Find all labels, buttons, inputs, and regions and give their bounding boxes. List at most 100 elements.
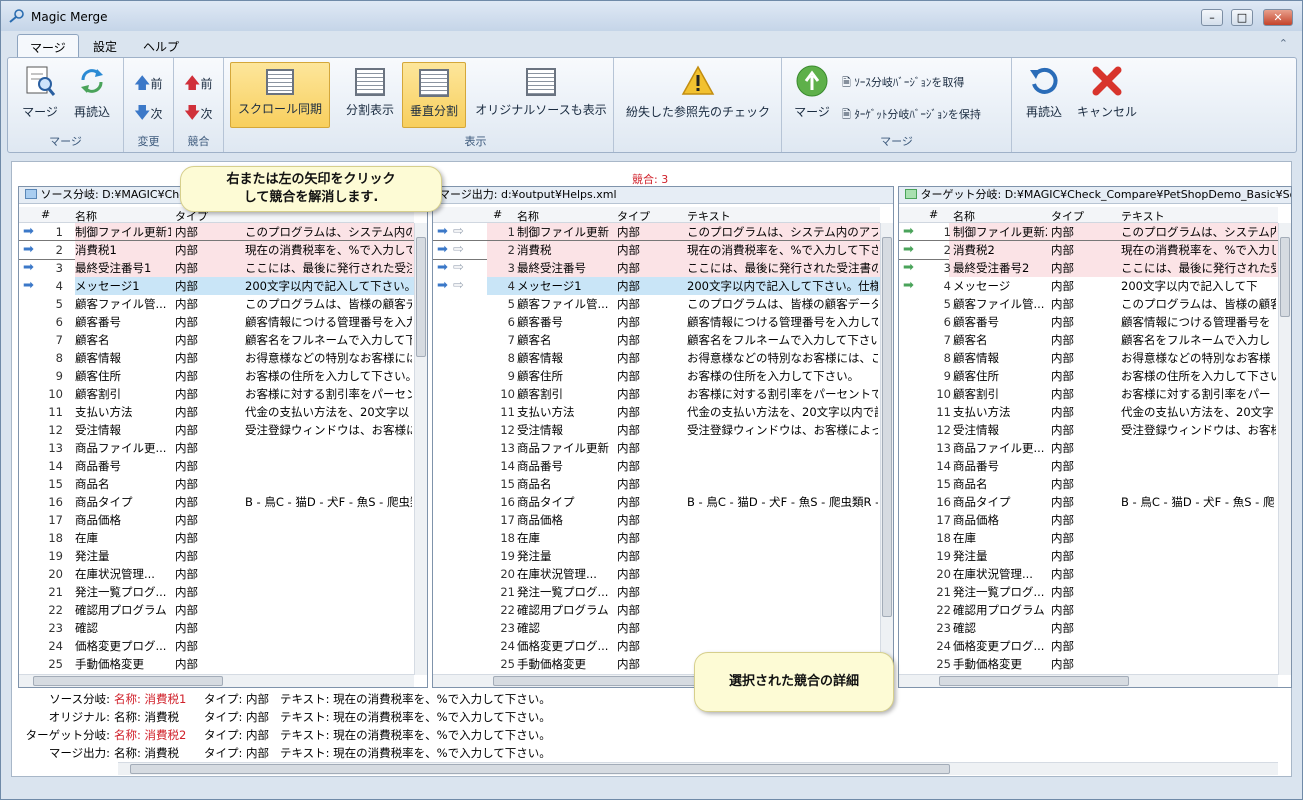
table-row[interactable]: 11 支払い方法 内部 代金の支払い方法を、20文字以内で記 bbox=[433, 403, 880, 421]
check-refs-button[interactable]: 紛失した参照先のチェック bbox=[620, 64, 776, 120]
table-row[interactable]: 16 商品タイプ 内部 B - 鳥C - 猫D - 犬F - 魚S - 爬虫類 bbox=[19, 493, 414, 511]
ribbon-collapse-icon[interactable]: ⌃ bbox=[1279, 37, 1288, 50]
arrow-right-outline-icon[interactable]: ⇨ bbox=[453, 277, 464, 295]
reload-button[interactable]: 再読込 bbox=[1018, 64, 1070, 120]
table-row[interactable]: 17 商品価格 内部 bbox=[19, 511, 414, 529]
source-hscroll-thumb[interactable] bbox=[33, 676, 223, 686]
table-row[interactable]: 18 在庫 内部 bbox=[433, 529, 880, 547]
source-vscrollbar[interactable] bbox=[414, 223, 427, 675]
table-row[interactable]: 8 顧客情報 内部 お得意様などの特別なお客様には、この bbox=[433, 349, 880, 367]
table-row[interactable]: 19 発注量 内部 bbox=[899, 547, 1278, 565]
table-row[interactable]: 5 顧客ファイル管... 内部 このプログラムは、皆様の顧客データ bbox=[19, 295, 414, 313]
split-view-button[interactable]: 分割表示 bbox=[342, 62, 398, 128]
resolve-arrow-right-icon[interactable]: ➡ bbox=[23, 259, 34, 277]
details-hscroll-thumb[interactable] bbox=[130, 764, 950, 774]
merge-col-1[interactable]: 名称 bbox=[517, 208, 539, 224]
table-row[interactable]: 17 商品価格 内部 bbox=[899, 511, 1278, 529]
table-row[interactable]: ➡ 4 メッセージ 内部 200文字以内で記入して下 bbox=[899, 277, 1278, 295]
table-row[interactable]: 6 顧客番号 内部 顧客情報につける管理番号を入力して bbox=[433, 313, 880, 331]
show-original-button[interactable]: オリジナルソースも表示 bbox=[472, 62, 610, 128]
table-row[interactable]: 14 商品番号 内部 bbox=[433, 457, 880, 475]
details-hscrollbar[interactable] bbox=[118, 762, 1278, 775]
table-row[interactable]: 22 確認用プログラム 内部 bbox=[19, 601, 414, 619]
resolve-arrow-right-icon[interactable]: ➡ bbox=[23, 223, 34, 241]
vertical-split-button[interactable]: 垂直分割 bbox=[402, 62, 466, 128]
table-row[interactable]: 19 発注量 内部 bbox=[19, 547, 414, 565]
table-row[interactable]: 15 商品名 内部 bbox=[19, 475, 414, 493]
table-row[interactable]: 25 手動価格変更 内部 bbox=[899, 655, 1278, 673]
merge-col-3[interactable]: テキスト bbox=[687, 208, 731, 224]
target-hscrollbar[interactable] bbox=[899, 674, 1278, 687]
tab-settings[interactable]: 設定 bbox=[81, 34, 129, 57]
table-row[interactable]: 11 支払い方法 内部 代金の支払い方法を、20文字 bbox=[899, 403, 1278, 421]
table-row[interactable]: 20 在庫状況管理... 内部 bbox=[19, 565, 414, 583]
merge-col-2[interactable]: タイプ bbox=[617, 208, 650, 224]
arrow-right-outline-icon[interactable]: ⇨ bbox=[453, 223, 464, 241]
table-row[interactable]: ➡ 3 最終受注番号1 内部 ここには、最後に発行された受注書の bbox=[19, 259, 414, 277]
table-row[interactable]: 7 顧客名 内部 顧客名をフルネームで入力し bbox=[899, 331, 1278, 349]
table-row[interactable]: 24 価格変更プログ... 内部 bbox=[19, 637, 414, 655]
table-row[interactable]: 12受注情報 内部 受注登録ウィンドウは、お客様によって購 bbox=[433, 421, 880, 439]
table-row[interactable]: 21 発注一覧プログ... 内部 bbox=[19, 583, 414, 601]
table-row[interactable]: 25 手動価格変更 内部 bbox=[19, 655, 414, 673]
target-vscroll-thumb[interactable] bbox=[1280, 237, 1290, 317]
table-row[interactable]: 9 顧客住所 内部 お客様の住所を入力して下さい。 bbox=[433, 367, 880, 385]
target-col-3[interactable]: テキスト bbox=[1121, 208, 1165, 224]
table-row[interactable]: 7 顧客名 内部 顧客名をフルネームで入力して下さ bbox=[19, 331, 414, 349]
target-col-2[interactable]: タイプ bbox=[1051, 208, 1084, 224]
source-vscroll-thumb[interactable] bbox=[416, 237, 426, 357]
table-row[interactable]: 18 在庫 内部 bbox=[899, 529, 1278, 547]
resolve-arrow-right-icon[interactable]: ➡ bbox=[437, 223, 448, 241]
table-row[interactable]: 14 商品番号 内部 bbox=[899, 457, 1278, 475]
resolve-arrow-right-icon[interactable]: ➡ bbox=[437, 241, 448, 259]
conflict-next-button[interactable]: 🡇次 bbox=[184, 102, 212, 129]
source-col-0[interactable]: # bbox=[41, 208, 50, 221]
table-row[interactable]: 9 顧客住所 内部 お客様の住所を入力して下さい bbox=[899, 367, 1278, 385]
table-row[interactable]: 17 商品価格 内部 bbox=[433, 511, 880, 529]
table-row[interactable]: 23 確認 内部 bbox=[433, 619, 880, 637]
table-row[interactable]: 10 顧客割引 内部 お客様に対する割引率をパーセントで入 bbox=[433, 385, 880, 403]
table-row[interactable]: ➡ 1制御ファイル更新2 内部 このプログラムは、システム内のア bbox=[899, 223, 1278, 241]
table-row[interactable]: 6 顧客番号 内部 顧客情報につける管理番号を bbox=[899, 313, 1278, 331]
table-row[interactable]: 6 顧客番号 内部 顧客情報につける管理番号を入力 bbox=[19, 313, 414, 331]
table-row[interactable]: ➡ ⇨ 1制御ファイル更新内部 このプログラムは、システム内のアプリケーシ bbox=[433, 223, 880, 241]
table-row[interactable]: 13 商品ファイル更新 内部 bbox=[433, 439, 880, 457]
table-row[interactable]: 22 確認用プログラム 内部 bbox=[899, 601, 1278, 619]
arrow-right-outline-icon[interactable]: ⇨ bbox=[453, 259, 464, 277]
table-row[interactable]: 15 商品名 内部 bbox=[899, 475, 1278, 493]
merge-vscrollbar[interactable] bbox=[880, 223, 893, 675]
merge2-button[interactable]: マージ bbox=[788, 64, 836, 120]
resolve-arrow-left-icon[interactable]: ➡ bbox=[903, 241, 914, 259]
table-row[interactable]: 21 発注一覧プログ... 内部 bbox=[433, 583, 880, 601]
table-row[interactable]: 12 受注情報 内部 受注登録ウィンドウは、お客様によっ bbox=[19, 421, 414, 439]
change-prev-button[interactable]: 🡅前 bbox=[134, 72, 162, 99]
target-col-1[interactable]: 名称 bbox=[953, 208, 975, 224]
resolve-arrow-left-icon[interactable]: ➡ bbox=[903, 259, 914, 277]
table-row[interactable]: ➡ ⇨ 3 最終受注番号 内部 ここには、最後に発行された受注書の受 bbox=[433, 259, 880, 277]
table-row[interactable]: 5 顧客ファイル管... 内部 このプログラムは、皆様の顧客 bbox=[899, 295, 1278, 313]
maximize-button[interactable]: □ bbox=[1231, 9, 1253, 26]
table-row[interactable]: 23 確認 内部 bbox=[19, 619, 414, 637]
target-vscrollbar[interactable] bbox=[1278, 223, 1291, 675]
reload-merge-button[interactable]: 再読込 bbox=[68, 64, 116, 120]
tab-help[interactable]: ヘルプ bbox=[131, 34, 191, 57]
table-row[interactable]: 16 商品タイプ 内部 B - 鳥C - 猫D - 犬F - 魚S - 爬虫類R - … bbox=[433, 493, 880, 511]
table-row[interactable]: 9 顧客住所 内部 お客様の住所を入力して下さい。 bbox=[19, 367, 414, 385]
table-row[interactable]: 20 在庫状況管理... 内部 bbox=[433, 565, 880, 583]
merge-col-0[interactable]: # bbox=[493, 208, 502, 221]
table-row[interactable]: ➡ 4 メッセージ1 内部 200文字以内で記入して下さい。仕 bbox=[19, 277, 414, 295]
table-row[interactable]: 12 受注情報 内部 受注登録ウィンドウは、お客様 bbox=[899, 421, 1278, 439]
table-row[interactable]: ➡ 3 最終受注番号2 内部 ここには、最後に発行された受 bbox=[899, 259, 1278, 277]
resolve-arrow-right-icon[interactable]: ➡ bbox=[437, 259, 448, 277]
target-hscroll-thumb[interactable] bbox=[939, 676, 1129, 686]
table-row[interactable]: 14 商品番号 内部 bbox=[19, 457, 414, 475]
table-row[interactable]: ➡ ⇨ 2 消費税 内部 現在の消費税率を、%で入力して下さい bbox=[433, 240, 881, 260]
table-row[interactable]: 13 商品ファイル更... 内部 bbox=[19, 439, 414, 457]
table-row[interactable]: 7 顧客名 内部 顧客名をフルネームで入力して下さい。 bbox=[433, 331, 880, 349]
arrow-right-outline-icon[interactable]: ⇨ bbox=[453, 241, 464, 259]
table-row[interactable]: 22 確認用プログラム 内部 bbox=[433, 601, 880, 619]
table-row[interactable]: ➡ ⇨ 4 メッセージ1 内部 200文字以内で記入して下さい。仕様 bbox=[433, 277, 880, 295]
table-row[interactable]: 19 発注量 内部 bbox=[433, 547, 880, 565]
merge-vscroll-thumb[interactable] bbox=[882, 237, 892, 617]
table-row[interactable]: 8 顧客情報 内部 お得意様などの特別なお客様には、 bbox=[19, 349, 414, 367]
